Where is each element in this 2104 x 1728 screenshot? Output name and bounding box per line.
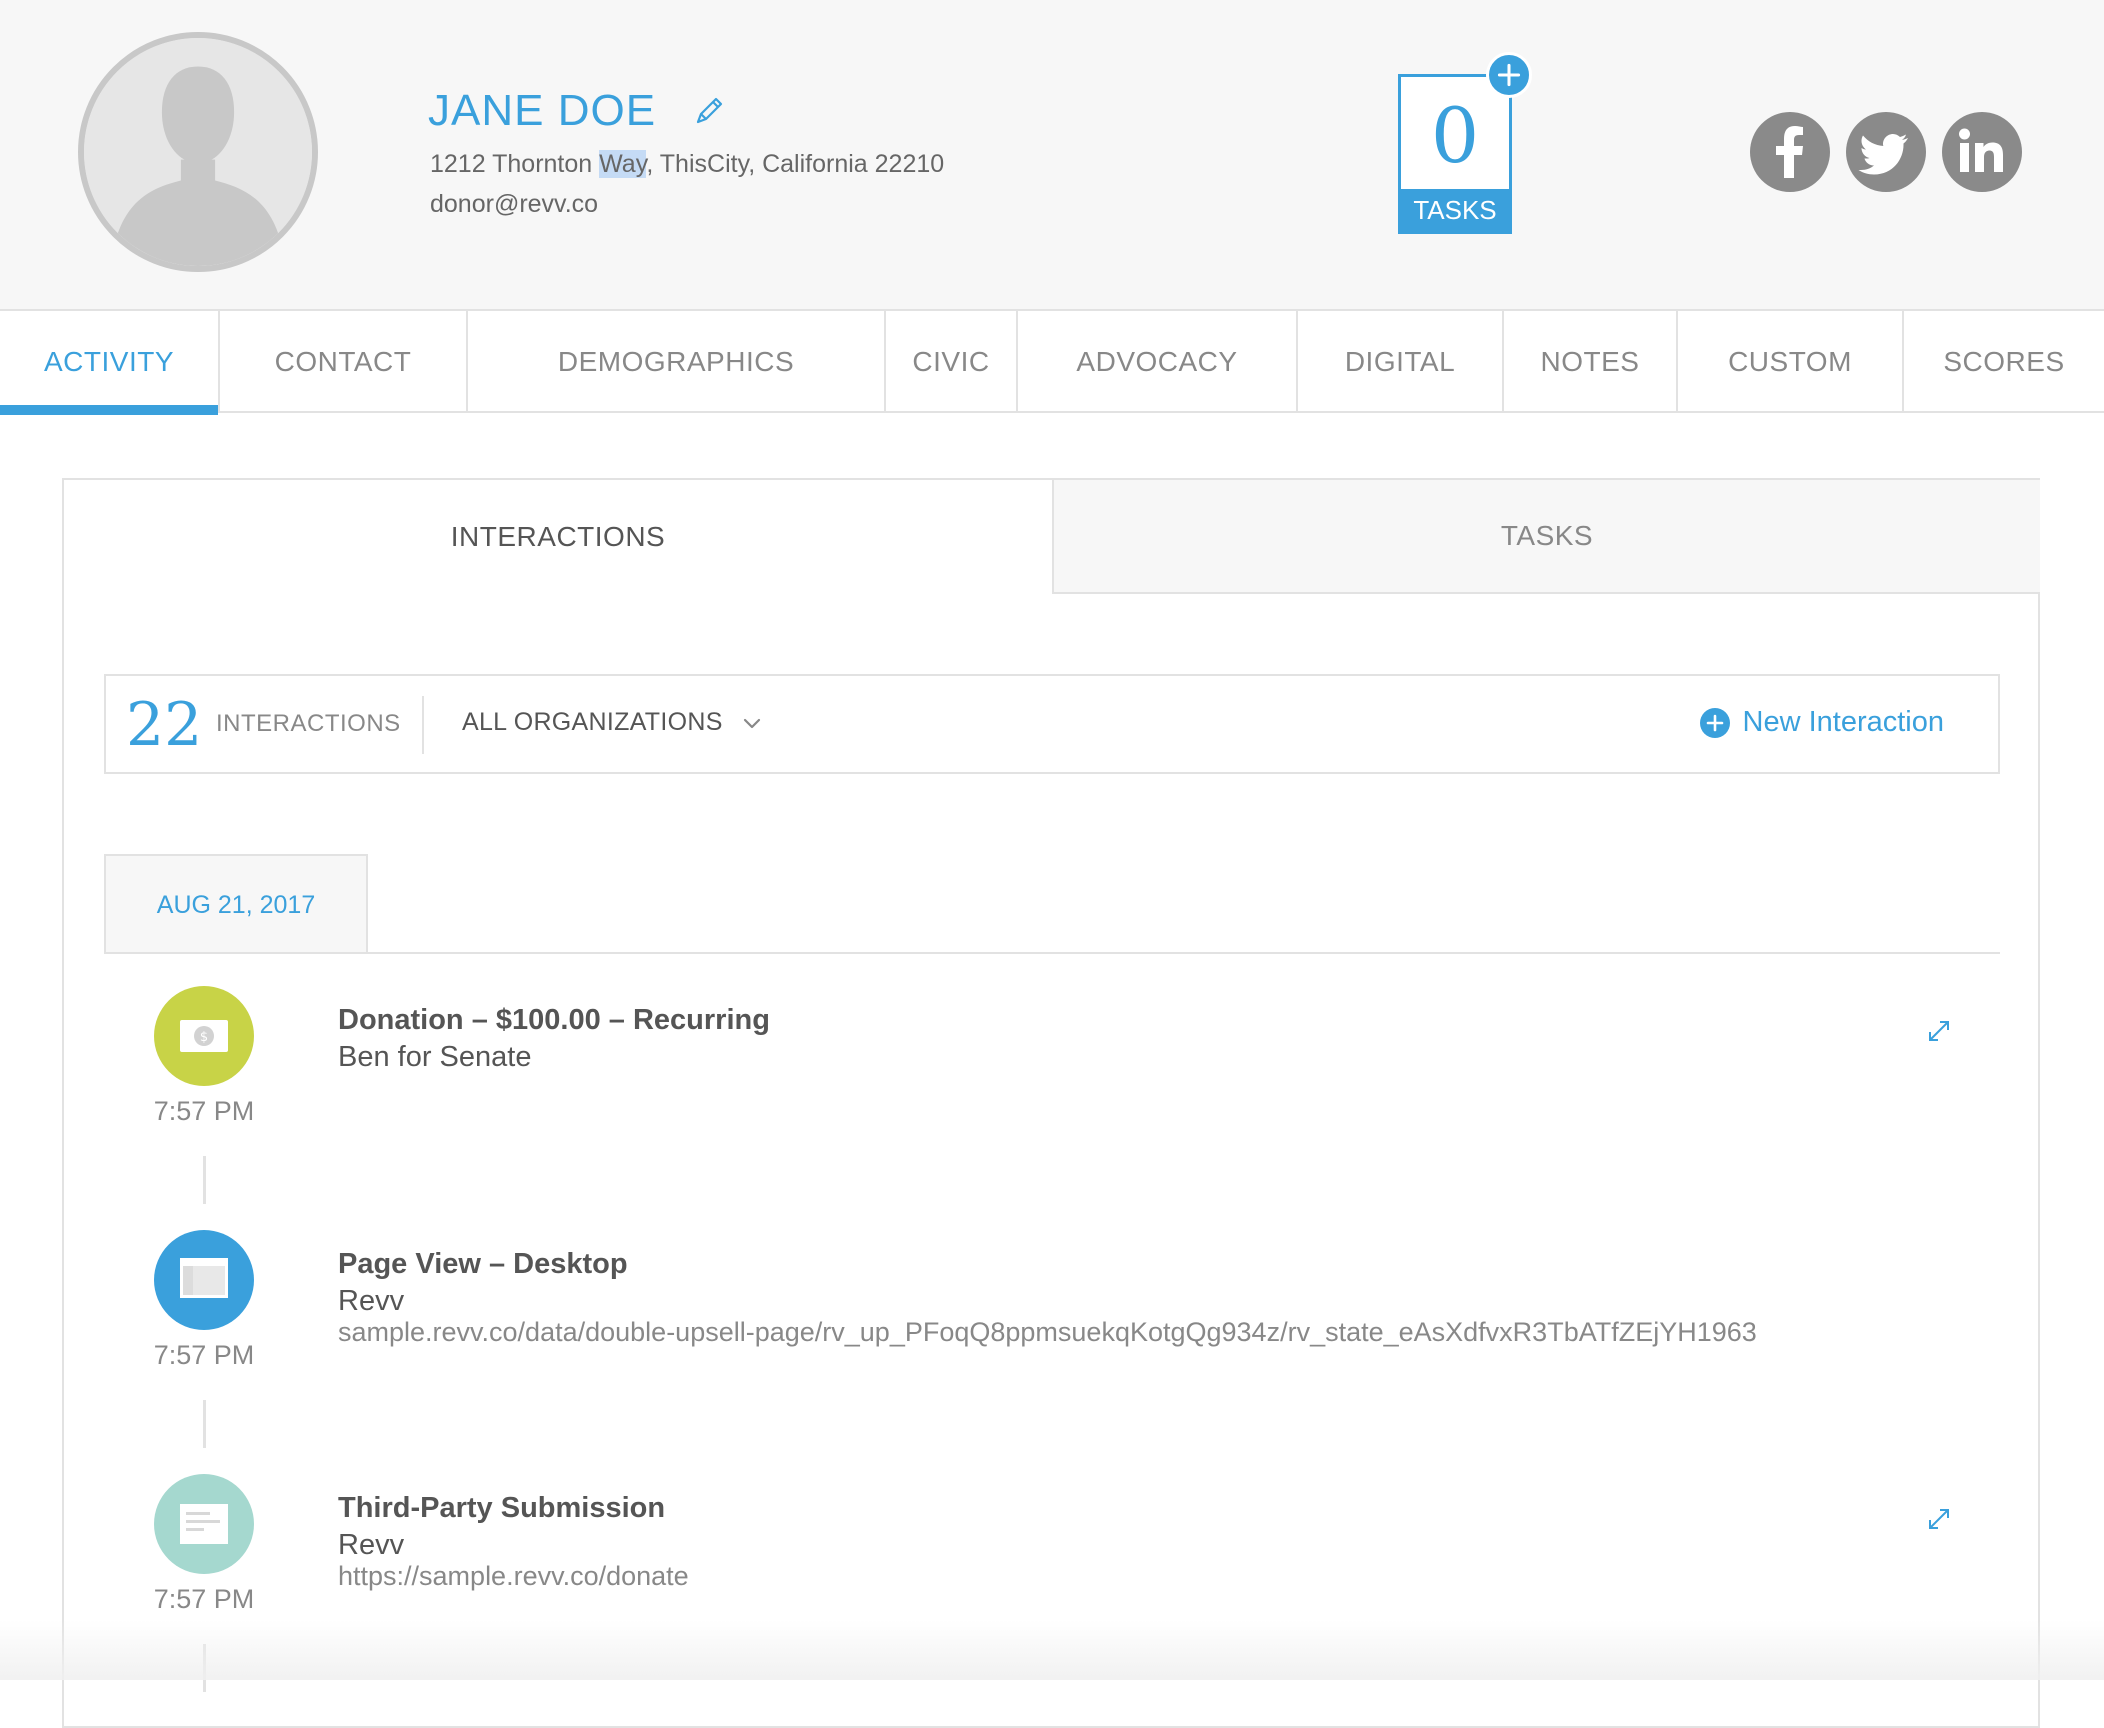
tab-custom[interactable]: CUSTOM: [1678, 311, 1904, 413]
tasks-count: 0: [1430, 91, 1480, 180]
tab-scores[interactable]: SCORES: [1904, 311, 2104, 413]
timeline-connector: [203, 1400, 206, 1448]
linkedin-button[interactable]: [1942, 112, 2022, 192]
interaction-organization: Ben for Senate: [338, 1041, 532, 1073]
interaction-item[interactable]: $ 7:57 PM Donation – $100.00 – Recurring…: [104, 986, 2000, 1204]
interaction-time: 7:57 PM: [153, 1584, 255, 1614]
profile-tab-bar: ACTIVITY CONTACT DEMOGRAPHICS CIVIC ADVO…: [0, 309, 2104, 415]
form-icon: [154, 1474, 254, 1574]
tab-digital[interactable]: DIGITAL: [1298, 311, 1504, 413]
new-interaction-label: New Interaction: [1742, 706, 1945, 738]
profile-address: 1212 Thornton Way, ThisCity, California …: [430, 150, 944, 179]
organization-select[interactable]: ALL ORGANIZATIONS: [462, 708, 763, 737]
add-task-button[interactable]: [1486, 52, 1532, 98]
twitter-icon: [1858, 134, 1908, 175]
twitter-button[interactable]: [1846, 112, 1926, 192]
pencil-icon[interactable]: [692, 94, 726, 128]
interaction-organization: Revv: [338, 1529, 405, 1561]
person-silhouette-icon: [84, 38, 312, 266]
tab-activity[interactable]: ACTIVITY: [0, 311, 220, 415]
interactions-filter-bar: 22 INTERACTIONS ALL ORGANIZATIONS New In…: [104, 674, 2000, 774]
tab-civic[interactable]: CIVIC: [886, 311, 1018, 413]
interaction-url: sample.revv.co/data/double-upsell-page/r…: [338, 1317, 1757, 1347]
interaction-count: 22: [126, 690, 203, 760]
date-group-divider: [104, 952, 2000, 954]
interaction-time: 7:57 PM: [153, 1340, 255, 1370]
plus-icon: [1497, 63, 1521, 87]
interaction-url[interactable]: https://sample.revv.co/donate: [338, 1563, 1878, 1590]
subtab-tasks[interactable]: TASKS: [1052, 480, 2040, 594]
facebook-icon: [1776, 126, 1803, 178]
money-icon: $: [154, 986, 254, 1086]
interaction-time: 7:57 PM: [153, 1096, 255, 1126]
tab-demographics[interactable]: DEMOGRAPHICS: [468, 311, 886, 413]
interaction-title: Third-Party Submission: [338, 1492, 666, 1524]
address-text: 1212 Thornton: [430, 150, 600, 178]
chevron-down-icon: [743, 718, 760, 728]
tasks-label: TASKS: [1401, 189, 1509, 231]
interaction-item[interactable]: 7:57 PM Page View – Desktop Revv sample.…: [104, 1230, 2000, 1448]
facebook-button[interactable]: [1750, 112, 1830, 192]
address-highlight: Way: [599, 150, 647, 178]
expand-icon[interactable]: [1924, 1504, 1954, 1534]
tab-contact[interactable]: CONTACT: [220, 311, 468, 413]
interaction-title: Page View – Desktop: [338, 1248, 628, 1280]
tab-notes[interactable]: NOTES: [1504, 311, 1678, 413]
profile-email: donor@revv.co: [430, 190, 599, 218]
address-text-rest: , ThisCity, California 22210: [646, 150, 945, 178]
subtab-interactions[interactable]: INTERACTIONS: [64, 480, 1052, 594]
profile-name: JANE DOE: [428, 86, 657, 135]
plus-circle-icon: [1699, 707, 1730, 738]
interaction-organization: Revv: [338, 1285, 405, 1317]
bottom-fade: [0, 1620, 2104, 1680]
name-row: JANE DOE: [428, 86, 726, 136]
timeline-connector: [203, 1156, 206, 1204]
interaction-count-label: INTERACTIONS: [216, 710, 401, 737]
browser-icon: [154, 1230, 254, 1330]
organization-select-value: ALL ORGANIZATIONS: [462, 708, 723, 736]
activity-panel: INTERACTIONS TASKS 22 INTERACTIONS ALL O…: [62, 478, 2040, 1728]
linkedin-icon: [1959, 128, 2003, 172]
avatar[interactable]: [78, 32, 318, 272]
filter-divider: [422, 696, 424, 754]
profile-header: JANE DOE 1212 Thornton Way, ThisCity, Ca…: [0, 0, 2104, 309]
tab-advocacy[interactable]: ADVOCACY: [1018, 311, 1298, 413]
interaction-title: Donation – $100.00 – Recurring: [338, 1004, 770, 1036]
tasks-widget[interactable]: 0 TASKS: [1398, 74, 1512, 234]
expand-icon[interactable]: [1924, 1016, 1954, 1046]
svg-text:$: $: [200, 1030, 208, 1045]
date-group-tab: AUG 21, 2017: [104, 854, 368, 954]
new-interaction-button[interactable]: New Interaction: [1699, 706, 1945, 739]
